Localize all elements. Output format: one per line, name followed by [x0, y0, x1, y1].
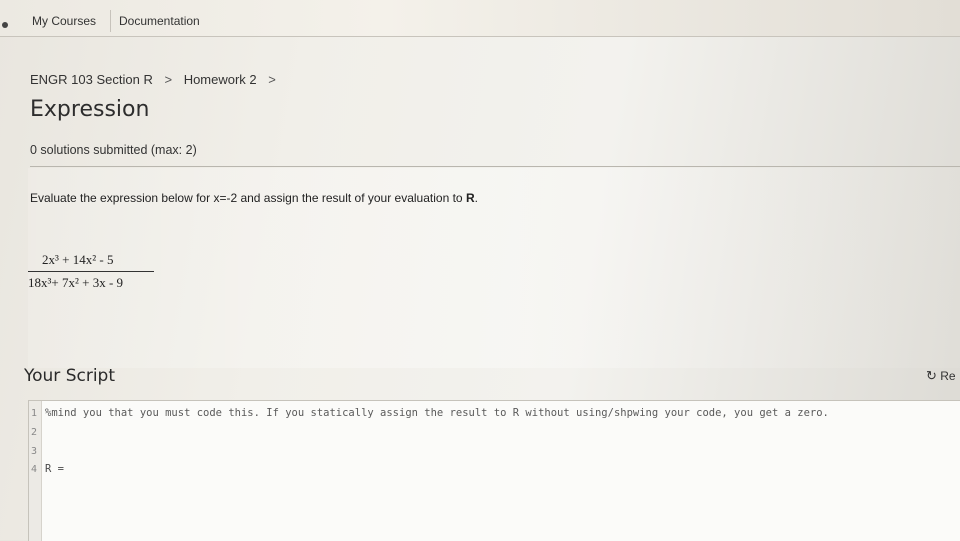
top-nav-bar: My Courses Documentation	[0, 0, 960, 37]
fraction-numerator: 2x³ + 14x² - 5	[42, 252, 114, 267]
nav-divider	[110, 10, 111, 32]
breadcrumb: ENGR 103 Section R > Homework 2 >	[30, 72, 284, 87]
reset-button[interactable]: ↻ Re	[926, 368, 956, 384]
fraction-denominator: 18x³+ 7x² + 3x - 9	[28, 275, 124, 290]
breadcrumb-assignment[interactable]: Homework 2	[184, 72, 257, 87]
code-line[interactable]: %mind you that you must code this. If yo…	[45, 407, 829, 419]
nav-my-courses[interactable]: My Courses	[32, 14, 96, 28]
reset-label: Re	[940, 369, 956, 383]
line-number: 2	[31, 427, 38, 438]
breadcrumb-course[interactable]: ENGR 103 Section R	[30, 72, 153, 87]
page-title: Expression	[30, 97, 150, 122]
chevron-right-icon: >	[268, 72, 276, 87]
refresh-icon: ↻	[926, 368, 937, 383]
line-number: 4	[31, 464, 38, 475]
submission-count: 0 solutions submitted (max: 2)	[30, 143, 197, 157]
divider	[30, 166, 960, 167]
fraction-bar	[28, 271, 154, 272]
problem-instruction: Evaluate the expression below for x=-2 a…	[30, 191, 478, 205]
instruction-variable: R	[465, 191, 475, 205]
chevron-right-icon: >	[164, 72, 173, 87]
code-editor[interactable]: 1 2 3 4 %mind you that you must code thi…	[28, 400, 960, 541]
line-number: 3	[31, 446, 38, 457]
line-number-gutter: 1 2 3 4	[29, 401, 42, 541]
script-heading: Your Script	[24, 366, 116, 386]
line-number: 1	[31, 408, 38, 419]
instruction-period: .	[474, 191, 478, 205]
code-line[interactable]: R =	[45, 463, 64, 475]
nav-documentation[interactable]: Documentation	[119, 14, 200, 28]
instruction-text: Evaluate the expression below for x=-2 a…	[30, 191, 466, 205]
bullet-icon	[2, 22, 8, 28]
